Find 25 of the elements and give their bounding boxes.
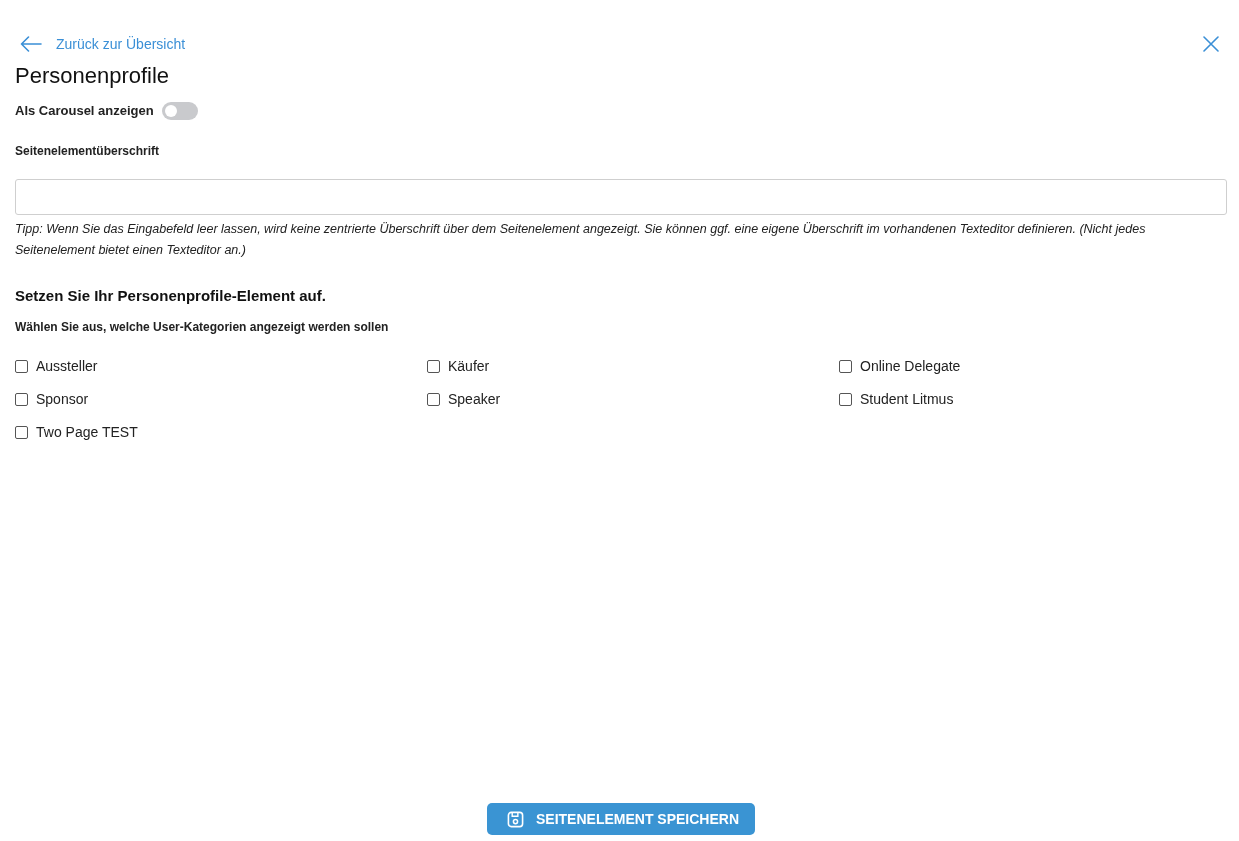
close-icon[interactable] — [1203, 36, 1219, 52]
toggle-label: Als Carousel anzeigen — [15, 102, 154, 120]
checkbox[interactable] — [427, 392, 440, 406]
section-subheading: Wählen Sie aus, welche User-Kategorien angezeigt werden sollen — [15, 319, 389, 335]
left-arrow-icon — [20, 36, 42, 52]
hint-text: Tipp: Wenn Sie das Eingabefeld leer lassen, wird keine zentrierte Überschrift über dem Seitenelement angezeigt. Sie können ggf. eine eigene Überschrift im vorhandenen Texteditor definieren. (Nicht jedes Seitenelement bietet einen Texteditor an.) — [15, 221, 1147, 259]
page-title: Personenprofile — [15, 62, 170, 90]
checkbox[interactable] — [839, 359, 852, 373]
checkbox-label[interactable]: Online Delegate — [860, 357, 961, 375]
checkbox-label[interactable]: Aussteller — [36, 357, 98, 375]
checkbox-label[interactable]: Käufer — [448, 357, 490, 375]
checkbox[interactable] — [15, 392, 28, 406]
checkbox-label[interactable]: Sponsor — [36, 390, 89, 408]
text-input-field[interactable] — [15, 179, 1227, 215]
section-heading: Setzen Sie Ihr Personenprofile-Element auf. — [15, 286, 326, 306]
checkbox[interactable] — [427, 359, 440, 373]
toggle-switch[interactable] — [161, 102, 198, 120]
checkbox[interactable] — [15, 359, 28, 373]
field-label: Seitenelementüberschrift — [15, 143, 160, 159]
checkbox[interactable] — [15, 425, 28, 439]
back-link[interactable]: Zurück zur Übersicht — [20, 35, 186, 53]
checkbox-label[interactable]: Student Litmus — [860, 390, 954, 408]
checkbox[interactable] — [839, 392, 852, 406]
checkbox-label[interactable]: Speaker — [448, 390, 501, 408]
checkbox-label[interactable]: Two Page TEST — [36, 423, 138, 441]
